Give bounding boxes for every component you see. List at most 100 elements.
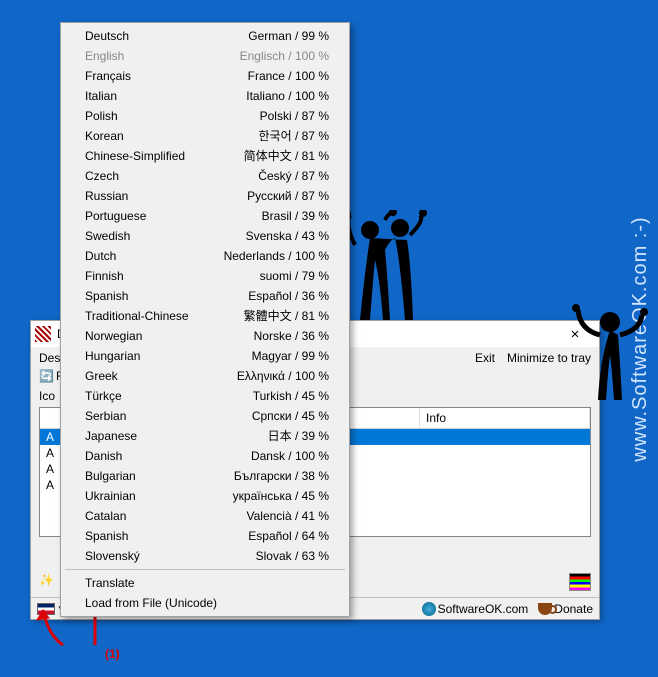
menu-item-language[interactable]: Traditional-Chinese繁體中文 / 81 % <box>63 306 347 326</box>
refresh-icon: 🔄 <box>39 369 53 383</box>
silhouette-figure-icon <box>335 210 435 350</box>
menu-item-label: Traditional-Chinese <box>85 308 244 324</box>
menu-item-native-label: Slovak / 63 % <box>256 548 329 564</box>
menu-item-native-label: Englisch / 100 % <box>240 48 329 64</box>
silhouette-figure-icon <box>570 300 650 430</box>
menu-item-native-label: Svenska / 43 % <box>246 228 329 244</box>
coffee-icon <box>538 603 552 615</box>
donate-label: Donate <box>554 602 593 616</box>
menu-item-language[interactable]: HungarianMagyar / 99 % <box>63 346 347 366</box>
menu-item-label: Français <box>85 68 248 84</box>
menu-item-native-label: Русский / 87 % <box>247 188 329 204</box>
softwareok-link[interactable]: SoftwareOK.com <box>422 602 529 616</box>
menu-item-label: Czech <box>85 168 258 184</box>
donate-link[interactable]: Donate <box>538 602 593 616</box>
menu-item-language[interactable]: DeutschGerman / 99 % <box>63 26 347 46</box>
menu-item-native-label: українська / 45 % <box>233 488 329 504</box>
cell-info <box>420 429 590 445</box>
menu-item-load-from-file[interactable]: Load from File (Unicode) <box>63 593 347 613</box>
menu-item-label: Load from File (Unicode) <box>85 595 329 611</box>
menu-item-native-label: Español / 64 % <box>248 528 329 544</box>
menu-item-language[interactable]: Ukrainianукраїнська / 45 % <box>63 486 347 506</box>
menu-item-label: Deutsch <box>85 28 248 44</box>
menu-item-native-label: Český / 87 % <box>258 168 329 184</box>
column-header-info[interactable]: Info <box>420 408 590 428</box>
menu-item-label: Spanish <box>85 528 248 544</box>
menu-item-native-label: Dansk / 100 % <box>251 448 329 464</box>
menu-separator <box>65 569 345 570</box>
menu-item-language[interactable]: Korean한국어 / 87 % <box>63 126 347 146</box>
menu-item-language[interactable]: Japanese日本 / 39 % <box>63 426 347 446</box>
menu-item-label: Catalan <box>85 508 247 524</box>
menu-item-language[interactable]: Chinese-Simplified简体中文 / 81 % <box>63 146 347 166</box>
menu-item-native-label: Български / 38 % <box>234 468 329 484</box>
menu-item-native-label: Español / 36 % <box>248 288 329 304</box>
menu-item-native-label: Magyar / 99 % <box>252 348 329 364</box>
cell-info <box>420 461 590 477</box>
cell-info <box>420 445 590 461</box>
menu-item-translate[interactable]: Translate <box>63 573 347 593</box>
menu-item-language[interactable]: DutchNederlands / 100 % <box>63 246 347 266</box>
menu-item-language[interactable]: Finnishsuomi / 79 % <box>63 266 347 286</box>
color-grid-icon[interactable] <box>569 573 591 591</box>
menu-item-native-label: Српски / 45 % <box>252 408 329 424</box>
menu-item-language[interactable]: ItalianItaliano / 100 % <box>63 86 347 106</box>
cell-info <box>420 493 590 509</box>
menu-item-native-label: Italiano / 100 % <box>246 88 329 104</box>
menu-item-label: Swedish <box>85 228 246 244</box>
menu-item-native-label: 繁體中文 / 81 % <box>244 308 329 324</box>
menu-item-label: Norwegian <box>85 328 254 344</box>
menu-item-native-label: France / 100 % <box>248 68 329 84</box>
wand-icon[interactable]: ✨ <box>39 573 59 591</box>
menu-item-label: Spanish <box>85 288 248 304</box>
menu-item-language[interactable]: CatalanValencià / 41 % <box>63 506 347 526</box>
menu-item-language[interactable]: SpanishEspañol / 64 % <box>63 526 347 546</box>
menu-item-native-label: 日本 / 39 % <box>268 428 329 444</box>
menu-item-language[interactable]: SpanishEspañol / 36 % <box>63 286 347 306</box>
menu-item-label: Danish <box>85 448 251 464</box>
cell-info <box>420 477 590 493</box>
menu-item-language[interactable]: RussianРусский / 87 % <box>63 186 347 206</box>
menu-item-label: Finnish <box>85 268 260 284</box>
menu-item-label: Chinese-Simplified <box>85 148 244 164</box>
menu-item-language[interactable]: BulgarianБългарски / 38 % <box>63 466 347 486</box>
menu-item-language[interactable]: PolishPolski / 87 % <box>63 106 347 126</box>
menu-item-native-label: Valencià / 41 % <box>247 508 330 524</box>
menu-item-label: Greek <box>85 368 237 384</box>
menu-item-language[interactable]: DanishDansk / 100 % <box>63 446 347 466</box>
menu-item-language[interactable]: NorwegianNorske / 36 % <box>63 326 347 346</box>
menu-item-label: Korean <box>85 128 259 144</box>
globe-icon <box>422 602 436 616</box>
menu-item-language[interactable]: GreekΕλληνικά / 100 % <box>63 366 347 386</box>
menu-item-label: Russian <box>85 188 247 204</box>
menu-item-language[interactable]: FrançaisFrance / 100 % <box>63 66 347 86</box>
menu-item-label: Polish <box>85 108 260 124</box>
menu-item-label: Ukrainian <box>85 488 233 504</box>
app-icon <box>35 326 51 342</box>
menu-item-label: Italian <box>85 88 246 104</box>
softwareok-label: SoftwareOK.com <box>438 602 529 616</box>
menu-item-native-label: Ελληνικά / 100 % <box>237 368 329 384</box>
menu-item-native-label: 简体中文 / 81 % <box>244 148 329 164</box>
menu-item-label: Translate <box>85 575 329 591</box>
menu-item-native-label: Norske / 36 % <box>254 328 329 344</box>
menu-item-language[interactable]: TürkçeTurkish / 45 % <box>63 386 347 406</box>
menu-item-label: Türkçe <box>85 388 253 404</box>
menu-item-language: EnglishEnglisch / 100 % <box>63 46 347 66</box>
menu-item-language[interactable]: PortugueseBrasil / 39 % <box>63 206 347 226</box>
menu-item-label: Slovenský <box>85 548 256 564</box>
menu-item-language[interactable]: SlovenskýSlovak / 63 % <box>63 546 347 566</box>
menu-item-native-label: Turkish / 45 % <box>253 388 329 404</box>
menu-item-label: English <box>85 48 240 64</box>
menu-item-language[interactable]: SwedishSvenska / 43 % <box>63 226 347 246</box>
menu-item-native-label: 한국어 / 87 % <box>259 128 329 144</box>
menu-item-label: Japanese <box>85 428 268 444</box>
exit-link[interactable]: Exit <box>475 351 495 365</box>
menu-item-native-label: Polski / 87 % <box>260 108 329 124</box>
language-menu: DeutschGerman / 99 %EnglishEnglisch / 10… <box>60 22 350 617</box>
menu-item-language[interactable]: SerbianСрпски / 45 % <box>63 406 347 426</box>
menu-item-native-label: Nederlands / 100 % <box>224 248 329 264</box>
menu-item-label: Hungarian <box>85 348 252 364</box>
menu-item-label: Bulgarian <box>85 468 234 484</box>
menu-item-language[interactable]: CzechČeský / 87 % <box>63 166 347 186</box>
